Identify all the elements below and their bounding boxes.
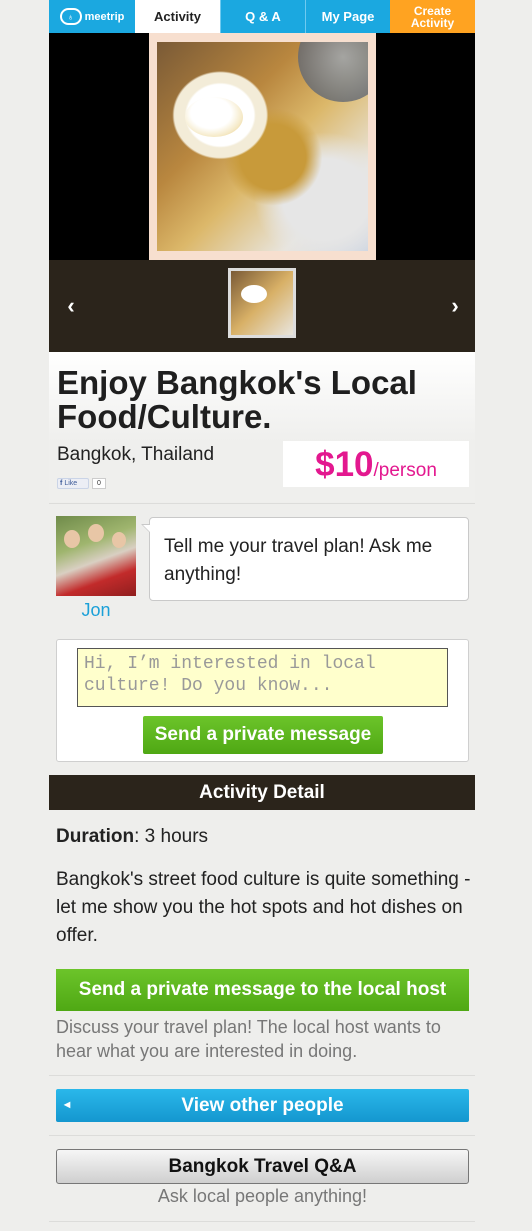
triangle-left-icon: ◀ <box>64 1100 71 1109</box>
food-photo <box>157 42 368 251</box>
qa-note: Ask local people anything! <box>157 1186 368 1206</box>
view-other-label: View other people <box>181 1094 344 1116</box>
send-private-message-button[interactable]: Send a private message <box>143 716 383 754</box>
host-name-link[interactable]: Jon <box>56 600 136 621</box>
hero-photo-frame <box>149 33 376 260</box>
thumbnail-image[interactable] <box>228 268 296 338</box>
plate-shape <box>298 42 368 102</box>
create-activity-button[interactable]: Create Activity <box>390 0 475 33</box>
tab-qa[interactable]: Q & A <box>220 0 305 33</box>
divider <box>49 1075 475 1076</box>
chevron-right-icon[interactable]: › <box>445 293 465 318</box>
host-avatar[interactable] <box>56 516 136 596</box>
hero-image-area <box>49 33 475 260</box>
divider <box>49 1221 475 1222</box>
activity-title: Enjoy Bangkok's Local Food/Culture. <box>57 364 417 435</box>
duration-line: Duration: 3 hours <box>56 826 208 848</box>
logo-mark-icon: ♁ <box>59 8 82 25</box>
duration-value: : 3 hours <box>134 826 209 847</box>
face-shape <box>112 532 126 548</box>
tab-my-page[interactable]: My Page <box>305 0 390 33</box>
chevron-left-icon[interactable]: ‹ <box>61 293 81 318</box>
message-input[interactable] <box>77 648 448 707</box>
message-host-note: Discuss your travel plan! The local host… <box>56 1017 441 1061</box>
duration-label: Duration <box>56 826 135 847</box>
thumbnail-egg-shape <box>241 285 267 303</box>
logo-text: meetrip <box>84 10 125 23</box>
price-value: $10 <box>315 445 374 484</box>
price-box: $10 /person <box>283 441 469 487</box>
fb-like-button[interactable]: f Like <box>57 478 89 489</box>
meetrip-logo[interactable]: ♁ meetrip <box>49 0 135 33</box>
fb-like-label: Like <box>64 480 78 487</box>
divider <box>49 1135 475 1136</box>
view-other-people-button[interactable]: ◀ View other people <box>56 1089 469 1122</box>
create-line-1: Create <box>413 3 452 18</box>
face-shape <box>88 524 104 542</box>
price-unit: /person <box>373 460 437 481</box>
tab-activity[interactable]: Activity <box>135 0 220 33</box>
thumbnail-strip: ‹ › <box>49 260 475 352</box>
fried-egg-shape <box>185 97 243 137</box>
message-local-host-button[interactable]: Send a private message to the local host <box>56 969 469 1011</box>
activity-description: Bangkok's street food culture is quite s… <box>56 869 471 946</box>
bangkok-qa-button[interactable]: Bangkok Travel Q&A <box>56 1149 469 1184</box>
message-form: Send a private message <box>56 639 469 762</box>
create-line-2: Activity <box>410 15 455 30</box>
host-speech-bubble: Tell me your travel plan! Ask me anythin… <box>141 517 469 601</box>
divider <box>49 503 475 504</box>
face-shape <box>64 530 80 548</box>
activity-summary: Enjoy Bangkok's Local Food/Culture. Bang… <box>49 352 475 502</box>
activity-location: Bangkok, Thailand <box>57 444 215 465</box>
fb-icon: f <box>60 480 63 487</box>
fb-like-count: 0 <box>92 478 106 489</box>
top-nav: ♁ meetrip Activity Q & A My Page Create … <box>49 0 475 33</box>
facebook-like[interactable]: f Like 0 <box>57 478 106 489</box>
activity-detail-header: Activity Detail <box>49 775 475 810</box>
